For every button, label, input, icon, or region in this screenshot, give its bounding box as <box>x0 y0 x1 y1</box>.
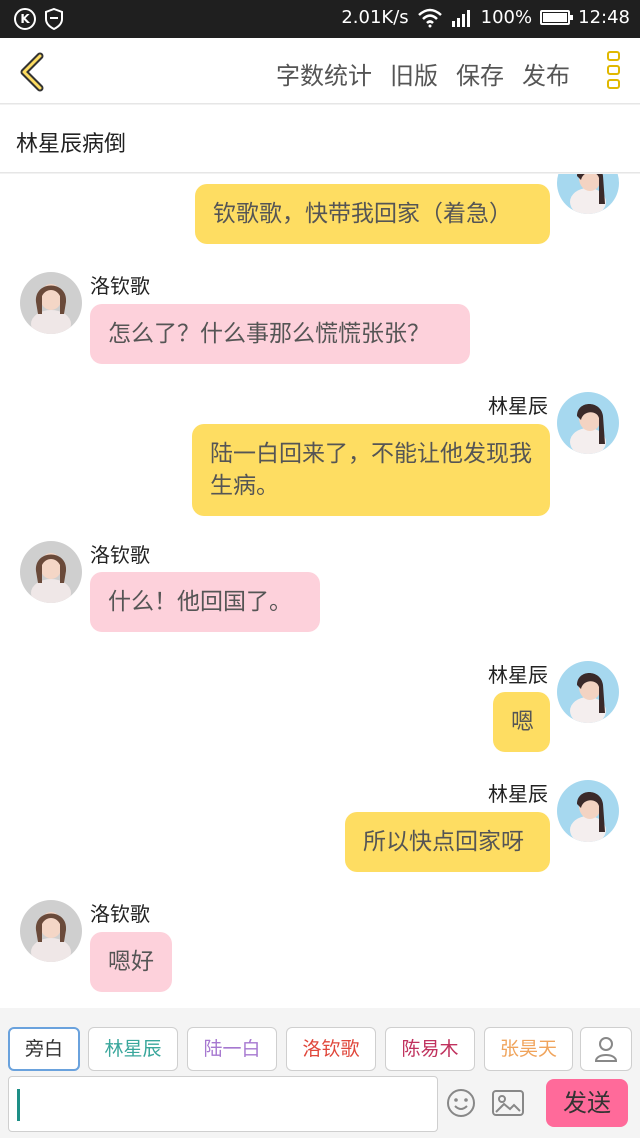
role-zhang-haotian[interactable]: 张昊天 <box>484 1027 573 1071</box>
save-button[interactable]: 保存 <box>456 56 504 91</box>
story-title-bar[interactable]: 林星辰病倒 <box>0 105 640 173</box>
k-app-icon: K <box>14 8 36 30</box>
message-bubble[interactable]: 钦歌歌，快带我回家（着急） <box>195 184 550 244</box>
role-luo-qinge[interactable]: 洛钦歌 <box>286 1027 376 1071</box>
emoji-icon[interactable] <box>446 1088 476 1118</box>
old-version-button[interactable]: 旧版 <box>390 56 438 91</box>
avatar[interactable] <box>557 174 619 214</box>
status-bar: K 2.01K/s 100% 12:48 <box>0 0 640 38</box>
avatar[interactable] <box>20 541 82 603</box>
speaker-name: 林星辰 <box>488 394 548 418</box>
send-button[interactable]: 发送 <box>546 1079 628 1127</box>
avatar[interactable] <box>20 272 82 334</box>
speaker-name: 林星辰 <box>488 663 548 687</box>
message-bubble[interactable]: 怎么了？什么事那么慌慌张张？ <box>90 304 470 364</box>
signal-icon <box>451 9 470 27</box>
clock: 12:48 <box>578 7 630 28</box>
role-lu-yibai[interactable]: 陆一白 <box>187 1027 277 1071</box>
shield-icon <box>45 8 63 30</box>
avatar[interactable] <box>20 900 82 962</box>
composer-bar: 发送 <box>0 1072 640 1138</box>
role-lin-xingchen[interactable]: 林星辰 <box>88 1027 178 1071</box>
avatar[interactable] <box>557 392 619 454</box>
status-right: 2.01K/s 100% 12:48 <box>341 7 630 28</box>
publish-button[interactable]: 发布 <box>522 56 570 91</box>
more-menu-icon[interactable] <box>604 51 622 95</box>
battery-percent: 100% <box>480 7 533 28</box>
speaker-name: 洛钦歌 <box>90 543 150 567</box>
add-role-button[interactable] <box>580 1027 632 1071</box>
status-left: K <box>14 8 64 30</box>
role-chen-yimu[interactable]: 陈易木 <box>385 1027 475 1071</box>
image-icon[interactable] <box>492 1090 524 1116</box>
message-input[interactable] <box>8 1076 438 1132</box>
message-bubble[interactable]: 所以快点回家呀 <box>345 812 550 872</box>
role-selector-bar: 旁白 林星辰 陆一白 洛钦歌 陈易木 张昊天 <box>0 1008 640 1072</box>
back-chevron-icon[interactable] <box>12 50 52 94</box>
story-title: 林星辰病倒 <box>16 132 127 157</box>
message-bubble[interactable]: 嗯好 <box>90 932 172 992</box>
speaker-name: 林星辰 <box>488 782 548 806</box>
speaker-name: 洛钦歌 <box>90 902 150 926</box>
avatar[interactable] <box>557 780 619 842</box>
message-bubble[interactable]: 什么！他回国了。 <box>90 572 320 632</box>
message-bubble[interactable]: 陆一白回来了，不能让他发现我生病。 <box>192 424 550 516</box>
network-speed: 2.01K/s <box>341 7 409 28</box>
avatar[interactable] <box>557 661 619 723</box>
text-caret <box>17 1089 20 1121</box>
toolbar-actions: 字数统计 旧版 保存 发布 <box>276 56 570 91</box>
battery-fill <box>543 13 568 22</box>
battery-icon <box>540 10 574 25</box>
role-narration[interactable]: 旁白 <box>8 1027 80 1071</box>
wifi-icon <box>417 8 442 27</box>
app-root: K 2.01K/s 100% 12:48 字数统计 旧版 保存 发布 林星辰病倒… <box>0 0 640 1138</box>
word-count-button[interactable]: 字数统计 <box>276 56 372 91</box>
chat-area[interactable]: 钦歌歌，快带我回家（着急） 洛钦歌 怎么了？什么事那么慌慌张张？ 林星辰 陆一白… <box>0 174 640 1008</box>
person-icon <box>594 1037 618 1062</box>
speaker-name: 洛钦歌 <box>90 274 150 298</box>
editor-toolbar: 字数统计 旧版 保存 发布 <box>0 38 640 104</box>
message-bubble[interactable]: 嗯 <box>493 692 550 752</box>
